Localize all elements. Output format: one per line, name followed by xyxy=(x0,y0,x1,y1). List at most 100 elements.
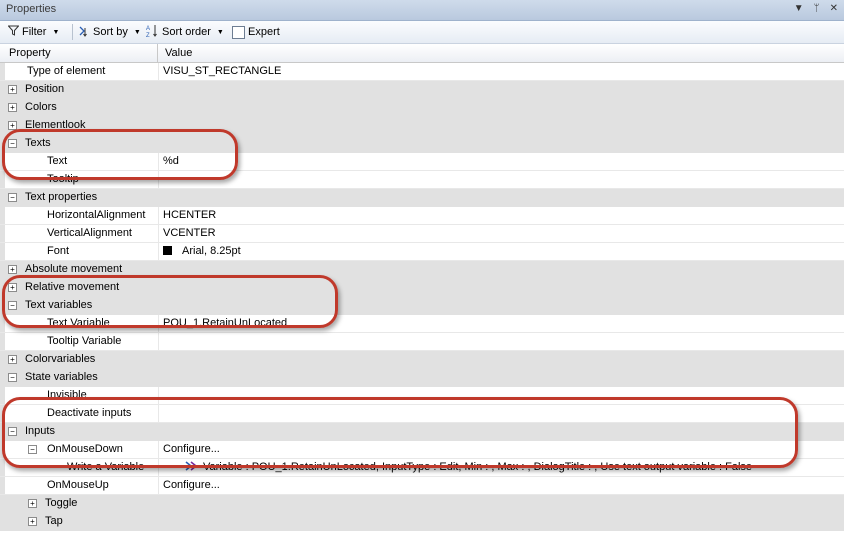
property-value-cell[interactable]: %d xyxy=(163,155,179,167)
category-row[interactable]: − State variables xyxy=(0,369,844,387)
property-row[interactable]: HorizontalAlignment HCENTER xyxy=(0,207,844,225)
property-value: VISU_ST_RECTANGLE xyxy=(163,65,282,77)
property-name: Font xyxy=(47,245,70,257)
toolbar-divider xyxy=(72,24,73,40)
category-row[interactable]: + Colors xyxy=(0,99,844,117)
property-name: Tooltip xyxy=(47,173,79,185)
category-row[interactable]: + Colorvariables xyxy=(0,351,844,369)
filter-button[interactable]: Filter ▼ xyxy=(7,24,60,40)
svg-text:Z: Z xyxy=(146,33,150,38)
property-value-cell[interactable]: VISU_ST_RECTANGLE xyxy=(163,65,281,77)
property-value-cell[interactable]: VCENTER xyxy=(163,227,216,239)
category-row[interactable]: − Inputs xyxy=(0,423,844,441)
column-header-property[interactable]: Property xyxy=(9,47,51,59)
sort-az-icon: AZ xyxy=(146,24,159,41)
property-name: Absolute movement xyxy=(25,263,123,275)
pin-icon[interactable]: ᛘ xyxy=(814,3,820,14)
chevron-down-icon: ▼ xyxy=(52,28,60,36)
property-name: Invisible xyxy=(47,389,87,401)
property-value: %d xyxy=(163,155,179,167)
close-icon[interactable]: ✕ xyxy=(830,3,838,14)
expert-checkbox[interactable] xyxy=(232,25,245,39)
property-row[interactable]: Tooltip xyxy=(0,171,844,189)
property-value: VCENTER xyxy=(163,227,216,239)
property-name: Texts xyxy=(25,137,51,149)
property-row[interactable]: − OnMouseDown Configure... xyxy=(0,441,844,459)
expert-toggle[interactable]: Expert xyxy=(232,24,280,40)
category-row[interactable]: − Text variables xyxy=(0,297,844,315)
category-row[interactable]: + Tap xyxy=(0,513,844,531)
collapse-icon[interactable]: − xyxy=(8,139,17,148)
expand-icon[interactable]: + xyxy=(28,499,37,508)
write-variable-icon xyxy=(185,461,198,471)
property-grid: Property Value Type of element VISU_ST_RE… xyxy=(0,44,844,550)
property-name: Text xyxy=(47,155,68,167)
property-name: Tap xyxy=(45,515,63,527)
property-row[interactable]: Deactivate inputs xyxy=(0,405,844,423)
collapse-icon[interactable]: − xyxy=(8,427,17,436)
category-row[interactable]: + Absolute movement xyxy=(0,261,844,279)
property-name: Text Variable xyxy=(47,317,110,329)
expand-icon[interactable]: + xyxy=(8,85,17,94)
property-name: Text properties xyxy=(25,191,98,203)
sort-by-button[interactable]: Sort by ▼ xyxy=(78,24,141,40)
category-row[interactable]: + Toggle xyxy=(0,495,844,513)
collapse-icon[interactable]: − xyxy=(8,301,17,310)
property-name: State variables xyxy=(25,371,98,383)
property-name: Type of element xyxy=(27,65,106,77)
property-row[interactable]: Text %d xyxy=(0,153,844,171)
expand-icon[interactable]: + xyxy=(8,355,17,364)
property-row[interactable]: Text Variable POU_1.RetainUnLocated xyxy=(0,315,844,333)
property-name: Colorvariables xyxy=(25,353,96,365)
property-name: Relative movement xyxy=(25,281,120,293)
collapse-icon[interactable]: − xyxy=(8,193,17,202)
category-row[interactable]: − Texts xyxy=(0,135,844,153)
sort-order-button[interactable]: AZ Sort order ▼ xyxy=(146,24,224,40)
property-value-cell[interactable]: Configure... xyxy=(163,443,220,455)
expand-icon[interactable]: + xyxy=(8,265,17,274)
property-value: Configure... xyxy=(163,443,220,455)
property-name: Toggle xyxy=(45,497,78,509)
column-header-value[interactable]: Value xyxy=(165,47,192,59)
property-name: Deactivate inputs xyxy=(47,407,132,419)
collapse-icon[interactable]: − xyxy=(28,445,37,454)
dropdown-arrow-icon[interactable]: ▼ xyxy=(794,3,804,14)
property-name: Write a Variable xyxy=(67,461,145,473)
property-row[interactable]: Invisible xyxy=(0,387,844,405)
category-row[interactable]: + Position xyxy=(0,81,844,99)
category-row[interactable]: + Relative movement xyxy=(0,279,844,297)
property-value-cell[interactable]: HCENTER xyxy=(163,209,216,221)
property-value: Variable : POU_1.RetainUnLocated, InputT… xyxy=(203,461,753,473)
property-value-cell[interactable]: Configure... xyxy=(163,479,220,491)
property-row[interactable]: OnMouseUp Configure... xyxy=(0,477,844,495)
collapse-icon[interactable]: − xyxy=(8,373,17,382)
sort-by-icon xyxy=(78,25,90,40)
property-name: HorizontalAlignment xyxy=(47,209,146,221)
property-value: HCENTER xyxy=(163,209,217,221)
grid-header: Property Value xyxy=(0,44,844,63)
filter-label: Filter xyxy=(22,26,47,38)
expand-icon[interactable]: + xyxy=(8,283,17,292)
property-row[interactable]: Type of element VISU_ST_RECTANGLE xyxy=(0,63,844,81)
property-value-cell[interactable]: Variable : POU_1.RetainUnLocated, InputT… xyxy=(185,461,752,473)
color-swatch-icon xyxy=(163,246,172,255)
funnel-icon xyxy=(7,25,20,39)
sort-by-label: Sort by xyxy=(93,26,128,38)
expand-icon[interactable]: + xyxy=(8,103,17,112)
property-name: Position xyxy=(25,83,65,95)
property-value-cell[interactable]: Arial, 8.25pt xyxy=(163,245,241,257)
expert-label: Expert xyxy=(248,26,280,38)
category-row[interactable]: + Elementlook xyxy=(0,117,844,135)
property-name: Text variables xyxy=(25,299,93,311)
toolbar: Filter ▼ Sort by ▼ AZ Sort order ▼ Exper… xyxy=(0,21,844,44)
expand-icon[interactable]: + xyxy=(8,121,17,130)
property-value-cell[interactable]: POU_1.RetainUnLocated xyxy=(163,317,287,329)
property-row[interactable]: Font Arial, 8.25pt xyxy=(0,243,844,261)
category-row[interactable]: − Text properties xyxy=(0,189,844,207)
svg-text:A: A xyxy=(146,26,150,32)
property-value: POU_1.RetainUnLocated xyxy=(163,317,288,329)
expand-icon[interactable]: + xyxy=(28,517,37,526)
property-row[interactable]: Write a Variable Variable : POU_1.RetainU… xyxy=(0,459,844,477)
property-row[interactable]: Tooltip Variable xyxy=(0,333,844,351)
property-row[interactable]: VerticalAlignment VCENTER xyxy=(0,225,844,243)
